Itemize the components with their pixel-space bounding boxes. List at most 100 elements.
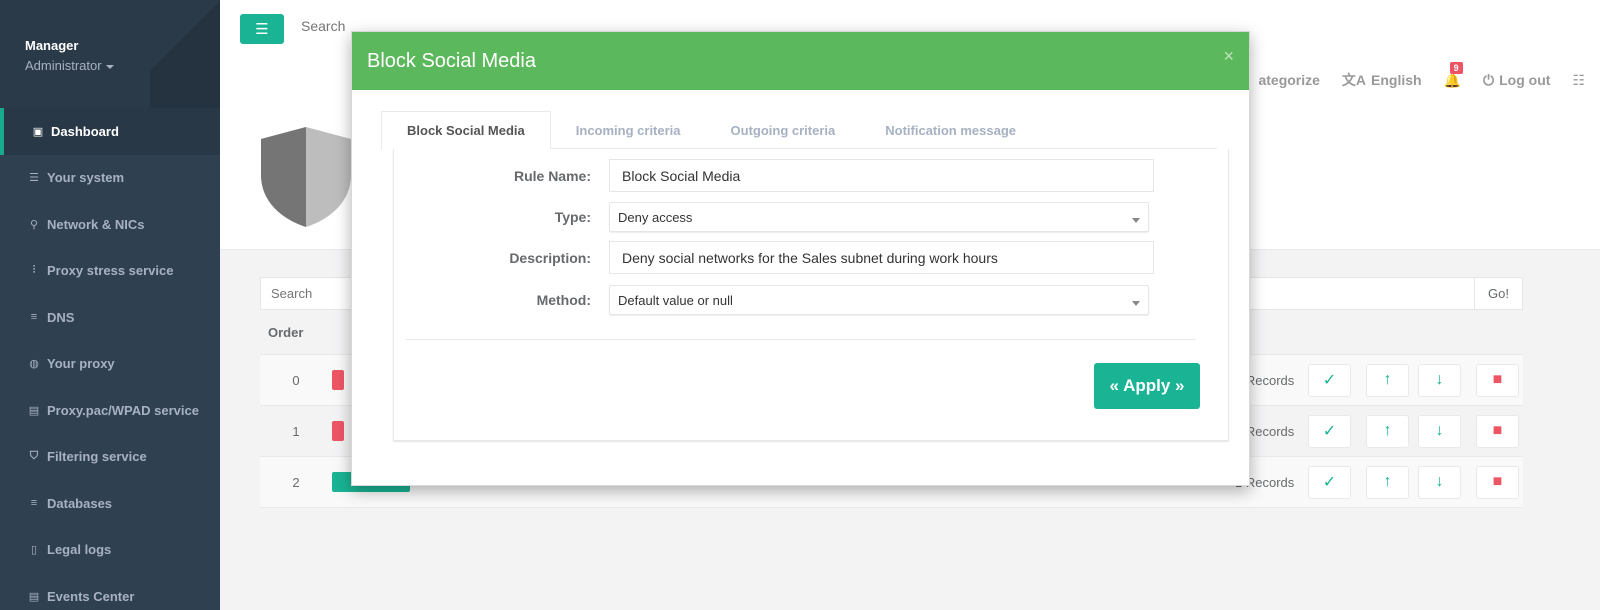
arrow-up-icon: ↑ <box>1383 371 1392 388</box>
status-badge <box>332 370 344 390</box>
rule-name-label: Rule Name: <box>513 167 591 184</box>
sidebar-item-label: Legal logs <box>47 542 112 558</box>
move-up-button[interactable]: ↑ <box>1366 363 1409 397</box>
sidebar-item-label: Your proxy <box>47 356 115 372</box>
layout-icon: ▣ <box>32 125 44 138</box>
method-row: Method: Default value or null <box>353 285 1149 315</box>
notifications-link[interactable]: 🔔 9 <box>1443 61 1463 89</box>
move-up-button[interactable]: ↑ <box>1366 414 1409 448</box>
shield-icon: ⛉ <box>29 450 39 463</box>
check-icon: ✓ <box>1322 474 1337 491</box>
tasks-link[interactable]: ☷ <box>1572 72 1585 89</box>
profile-block: Manager Administrator <box>0 0 220 108</box>
caret-down-icon <box>105 64 114 69</box>
sidebar-item-label: Proxy.pac/WPAD service <box>47 402 199 418</box>
tab-outgoing-criteria[interactable]: Outgoing criteria <box>706 111 861 149</box>
method-select[interactable]: Default value or null <box>609 285 1149 315</box>
enable-button[interactable]: ✓ <box>1308 363 1351 397</box>
script-icon: ▤ <box>28 404 40 417</box>
sidebar-item-events-center[interactable]: ▤ Events Center <box>0 573 220 610</box>
sidebar-item-proxy-stress[interactable]: ⫶ Proxy stress service <box>0 248 220 295</box>
status-badge <box>332 421 344 441</box>
move-down-button[interactable]: ↓ <box>1418 465 1461 499</box>
modal-title: Block Social Media <box>367 49 536 72</box>
file-icon: ▤ <box>28 590 40 603</box>
top-links: ategorize 文A English 🔔 9 ⏻ Log out ☷ <box>1258 61 1585 90</box>
dropdown-arrow-icon <box>1132 217 1140 223</box>
delete-button[interactable]: ■ <box>1476 363 1519 397</box>
menu-toggle-button[interactable]: ☰ <box>240 14 284 44</box>
sidebar-item-proxy-pac[interactable]: ▤ Proxy.pac/WPAD service <box>0 387 220 434</box>
enable-button[interactable]: ✓ <box>1308 414 1351 448</box>
arrow-down-icon: ↓ <box>1435 473 1444 490</box>
arrow-down-icon: ↓ <box>1435 422 1444 439</box>
description-label: Description: <box>509 249 591 266</box>
description-input[interactable] <box>609 241 1154 274</box>
rule-modal: Block Social Media × Block Social Media … <box>351 31 1250 486</box>
move-up-button[interactable]: ↑ <box>1366 465 1409 499</box>
tab-incoming-criteria[interactable]: Incoming criteria <box>551 111 706 149</box>
bell-icon: 🔔 <box>1443 71 1462 88</box>
sidebar-item-dns[interactable]: ≡ DNS <box>0 294 220 341</box>
database-icon: ≡ <box>30 497 38 510</box>
tasks-icon: ☷ <box>1572 71 1585 88</box>
language-label: English <box>1371 72 1422 88</box>
arrow-up-icon: ↑ <box>1383 473 1392 490</box>
delete-button[interactable]: ■ <box>1476 414 1519 448</box>
method-label: Method: <box>536 292 591 308</box>
sidebar-item-label: Your system <box>47 170 125 186</box>
sidebar-item-label: Dashboard <box>51 123 119 139</box>
order-column-header: Order <box>268 324 304 340</box>
globe-icon: ◍ <box>29 358 39 371</box>
profile-name: Manager <box>25 38 79 53</box>
row-order: 0 <box>292 372 300 388</box>
enable-button[interactable]: ✓ <box>1308 465 1351 499</box>
notification-count-badge: 9 <box>1449 61 1463 74</box>
row-actions: ✓ ↑ ↓ ■ <box>1308 465 1519 499</box>
sidebar-item-your-system[interactable]: ☰ Your system <box>0 155 220 202</box>
row-order: 1 <box>292 423 300 439</box>
sidebar-item-filtering[interactable]: ⛉ Filtering service <box>0 434 220 481</box>
shield-logo-icon <box>261 127 351 227</box>
form-divider <box>406 339 1196 340</box>
rule-name-row: Rule Name: <box>353 159 1154 192</box>
logout-link[interactable]: ⏻ Log out <box>1483 72 1550 89</box>
profile-role-dropdown[interactable]: Administrator <box>25 58 220 73</box>
method-value: Default value or null <box>618 292 733 308</box>
type-value: Deny access <box>618 209 693 225</box>
type-row: Type: Deny access <box>353 202 1149 232</box>
categorize-link[interactable]: ategorize <box>1258 72 1319 88</box>
description-row: Description: <box>353 241 1154 274</box>
sidebar-item-label: DNS <box>47 309 75 325</box>
sidebar-item-label: Proxy stress service <box>47 263 174 279</box>
categorize-label: ategorize <box>1258 72 1320 88</box>
go-button[interactable]: Go! <box>1475 277 1523 310</box>
arrow-up-icon: ↑ <box>1383 422 1392 439</box>
sidebar-item-legal-logs[interactable]: ▯ Legal logs <box>0 527 220 574</box>
tab-block-social-media[interactable]: Block Social Media <box>381 111 551 150</box>
sidebar-item-label: Events Center <box>47 588 135 604</box>
move-down-button[interactable]: ↓ <box>1418 363 1461 397</box>
type-select[interactable]: Deny access <box>609 202 1149 232</box>
sidebar-item-label: Databases <box>47 495 113 511</box>
check-icon: ✓ <box>1322 423 1337 440</box>
delete-button[interactable]: ■ <box>1476 465 1519 499</box>
power-icon: ⏻ <box>1483 71 1495 88</box>
sidebar-item-dashboard[interactable]: ▣ Dashboard <box>0 108 220 155</box>
close-icon[interactable]: × <box>1223 46 1234 67</box>
move-down-button[interactable]: ↓ <box>1418 414 1461 448</box>
tab-notification-message[interactable]: Notification message <box>860 111 1041 149</box>
row-actions: ✓ ↑ ↓ ■ <box>1308 414 1519 448</box>
database-icon: ≡ <box>30 311 38 324</box>
sidebar-item-network[interactable]: ⚲ Network & NICs <box>0 201 220 248</box>
trash-icon: ■ <box>1492 371 1503 388</box>
rule-name-input[interactable] <box>609 159 1154 192</box>
sidebar-item-your-proxy[interactable]: ◍ Your proxy <box>0 341 220 388</box>
sidebar-item-databases[interactable]: ≡ Databases <box>0 480 220 527</box>
sidebar-item-label: Filtering service <box>47 449 147 465</box>
row-actions: ✓ ↑ ↓ ■ <box>1308 363 1519 397</box>
profile-role-label: Administrator <box>25 58 102 73</box>
sidebar: Manager Administrator ▣ Dashboard ☰ Your s… <box>0 0 220 610</box>
apply-button[interactable]: « Apply » <box>1094 363 1200 409</box>
language-link[interactable]: 文A English <box>1342 70 1422 90</box>
